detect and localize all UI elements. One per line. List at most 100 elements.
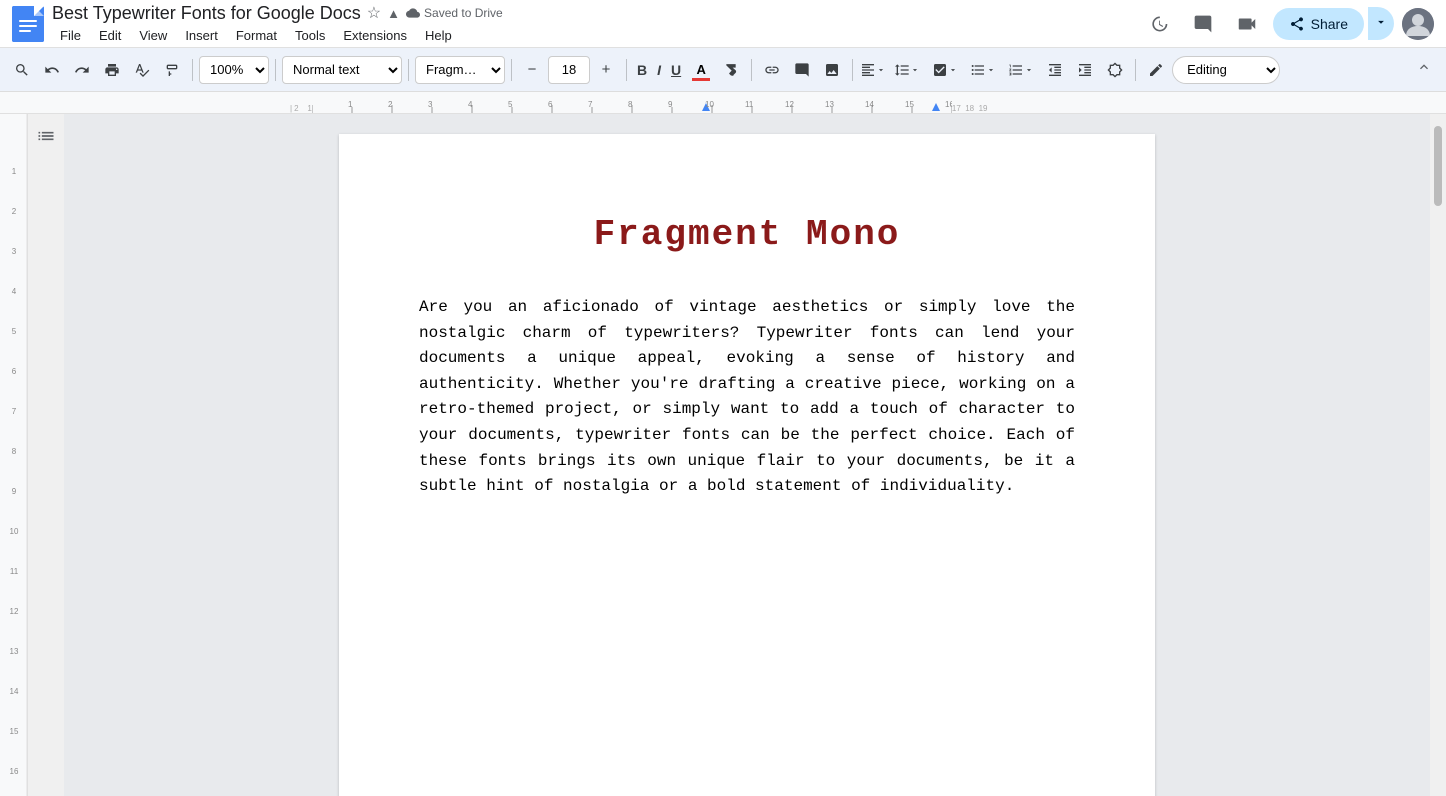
svg-text:11: 11 bbox=[745, 100, 754, 109]
doc-title[interactable]: Best Typewriter Fonts for Google Docs bbox=[52, 3, 361, 24]
checklist-button[interactable] bbox=[927, 56, 963, 84]
document-heading[interactable]: Fragment Mono bbox=[419, 214, 1075, 255]
svg-text:4: 4 bbox=[11, 287, 16, 296]
svg-text:14: 14 bbox=[9, 687, 18, 696]
outline-icon[interactable] bbox=[36, 126, 56, 151]
star-icon[interactable]: ☆ bbox=[367, 3, 381, 23]
svg-text:2: 2 bbox=[11, 207, 16, 216]
print-button[interactable] bbox=[98, 56, 126, 84]
svg-text:3: 3 bbox=[428, 100, 433, 109]
svg-text:9: 9 bbox=[668, 100, 673, 109]
doc-area[interactable]: Fragment Mono Are you an aficionado of v… bbox=[64, 114, 1430, 796]
font-size-input[interactable] bbox=[548, 56, 590, 84]
menu-file[interactable]: File bbox=[52, 26, 89, 45]
svg-text:4: 4 bbox=[468, 100, 473, 109]
underline-button[interactable]: U bbox=[667, 56, 685, 84]
svg-text:7: 7 bbox=[588, 100, 593, 109]
link-button[interactable] bbox=[758, 56, 786, 84]
separator-4 bbox=[511, 59, 512, 81]
outline-panel bbox=[28, 114, 64, 796]
separator-1 bbox=[192, 59, 193, 81]
avatar bbox=[1402, 8, 1434, 40]
line-spacing-button[interactable] bbox=[889, 56, 925, 84]
svg-text:15: 15 bbox=[905, 100, 914, 109]
title-area: Best Typewriter Fonts for Google Docs ☆ … bbox=[52, 3, 1133, 45]
svg-text:14: 14 bbox=[865, 100, 874, 109]
separator-7 bbox=[852, 59, 853, 81]
toolbar-collapse-button[interactable] bbox=[1410, 56, 1438, 84]
separator-6 bbox=[751, 59, 752, 81]
redo-button[interactable] bbox=[68, 56, 96, 84]
zoom-select[interactable]: 100% bbox=[199, 56, 269, 84]
svg-text:10: 10 bbox=[9, 527, 18, 536]
right-scrollbar[interactable] bbox=[1430, 114, 1446, 796]
menu-format[interactable]: Format bbox=[228, 26, 285, 45]
undo-button[interactable] bbox=[38, 56, 66, 84]
bold-button[interactable]: B bbox=[633, 56, 651, 84]
separator-5 bbox=[626, 59, 627, 81]
menu-view[interactable]: View bbox=[131, 26, 175, 45]
font-select[interactable]: Fragm… bbox=[415, 56, 505, 84]
svg-text:8: 8 bbox=[628, 100, 633, 109]
menu-tools[interactable]: Tools bbox=[287, 26, 333, 45]
svg-text:13: 13 bbox=[825, 100, 834, 109]
svg-text:2: 2 bbox=[388, 100, 393, 109]
separator-8 bbox=[1135, 59, 1136, 81]
svg-text:16: 16 bbox=[9, 767, 18, 776]
bullet-list-button[interactable] bbox=[965, 56, 1001, 84]
meet-button[interactable] bbox=[1229, 6, 1265, 42]
editing-mode-select[interactable]: Editing Suggesting Viewing bbox=[1172, 56, 1280, 84]
menu-extensions[interactable]: Extensions bbox=[335, 26, 415, 45]
image-button[interactable] bbox=[818, 56, 846, 84]
highlight-button[interactable] bbox=[717, 56, 745, 84]
clear-formatting-button[interactable] bbox=[1101, 56, 1129, 84]
share-label: Share bbox=[1311, 16, 1348, 32]
vertical-ruler: 1 2 3 4 5 6 7 8 9 10 11 12 13 14 15 16 bbox=[0, 114, 28, 796]
alignment-button[interactable] bbox=[859, 56, 887, 84]
ruler: | 2 1 1 2 3 bbox=[0, 92, 1446, 114]
toolbar: 100% Normal text Heading 1 Heading 2 Hea… bbox=[0, 48, 1446, 92]
svg-text:10: 10 bbox=[705, 100, 714, 109]
svg-text:7: 7 bbox=[11, 407, 16, 416]
menu-bar: File Edit View Insert Format Tools Exten… bbox=[52, 26, 1133, 45]
numbered-list-button[interactable] bbox=[1003, 56, 1039, 84]
svg-text:11: 11 bbox=[9, 567, 18, 576]
comment-button[interactable] bbox=[788, 56, 816, 84]
font-size-decrease-button[interactable]: − bbox=[518, 56, 546, 84]
main-area: 1 2 3 4 5 6 7 8 9 10 11 12 13 14 15 16 bbox=[0, 114, 1446, 796]
svg-text:12: 12 bbox=[9, 607, 18, 616]
separator-3 bbox=[408, 59, 409, 81]
svg-text:5: 5 bbox=[11, 327, 16, 336]
text-style-select[interactable]: Normal text Heading 1 Heading 2 Heading … bbox=[282, 56, 402, 84]
share-button[interactable]: Share bbox=[1273, 8, 1364, 40]
document-body[interactable]: Are you an aficionado of vintage aesthet… bbox=[419, 295, 1075, 500]
svg-text:8: 8 bbox=[11, 447, 16, 456]
svg-text:5: 5 bbox=[508, 100, 513, 109]
comments-button[interactable] bbox=[1185, 6, 1221, 42]
edit-pencil-button[interactable] bbox=[1142, 56, 1170, 84]
outdent-button[interactable] bbox=[1041, 56, 1069, 84]
google-docs-icon bbox=[12, 6, 44, 42]
menu-insert[interactable]: Insert bbox=[177, 26, 226, 45]
spellcheck-button[interactable] bbox=[128, 56, 156, 84]
indent-button[interactable] bbox=[1071, 56, 1099, 84]
menu-edit[interactable]: Edit bbox=[91, 26, 129, 45]
font-size-increase-button[interactable]: + bbox=[592, 56, 620, 84]
history-button[interactable] bbox=[1141, 6, 1177, 42]
svg-text:9: 9 bbox=[11, 487, 16, 496]
paint-format-button[interactable] bbox=[158, 56, 186, 84]
svg-text:16: 16 bbox=[945, 100, 952, 109]
italic-button[interactable]: I bbox=[653, 56, 665, 84]
drive-icon[interactable]: ▲ bbox=[387, 6, 400, 21]
search-button[interactable] bbox=[8, 56, 36, 84]
svg-text:1: 1 bbox=[11, 167, 16, 176]
svg-text:12: 12 bbox=[785, 100, 794, 109]
document-page[interactable]: Fragment Mono Are you an aficionado of v… bbox=[339, 134, 1155, 796]
separator-2 bbox=[275, 59, 276, 81]
share-dropdown-button[interactable] bbox=[1368, 7, 1394, 40]
svg-text:13: 13 bbox=[9, 647, 18, 656]
menu-help[interactable]: Help bbox=[417, 26, 460, 45]
svg-text:6: 6 bbox=[11, 367, 16, 376]
text-color-button[interactable]: A bbox=[687, 56, 715, 84]
svg-text:15: 15 bbox=[9, 727, 18, 736]
